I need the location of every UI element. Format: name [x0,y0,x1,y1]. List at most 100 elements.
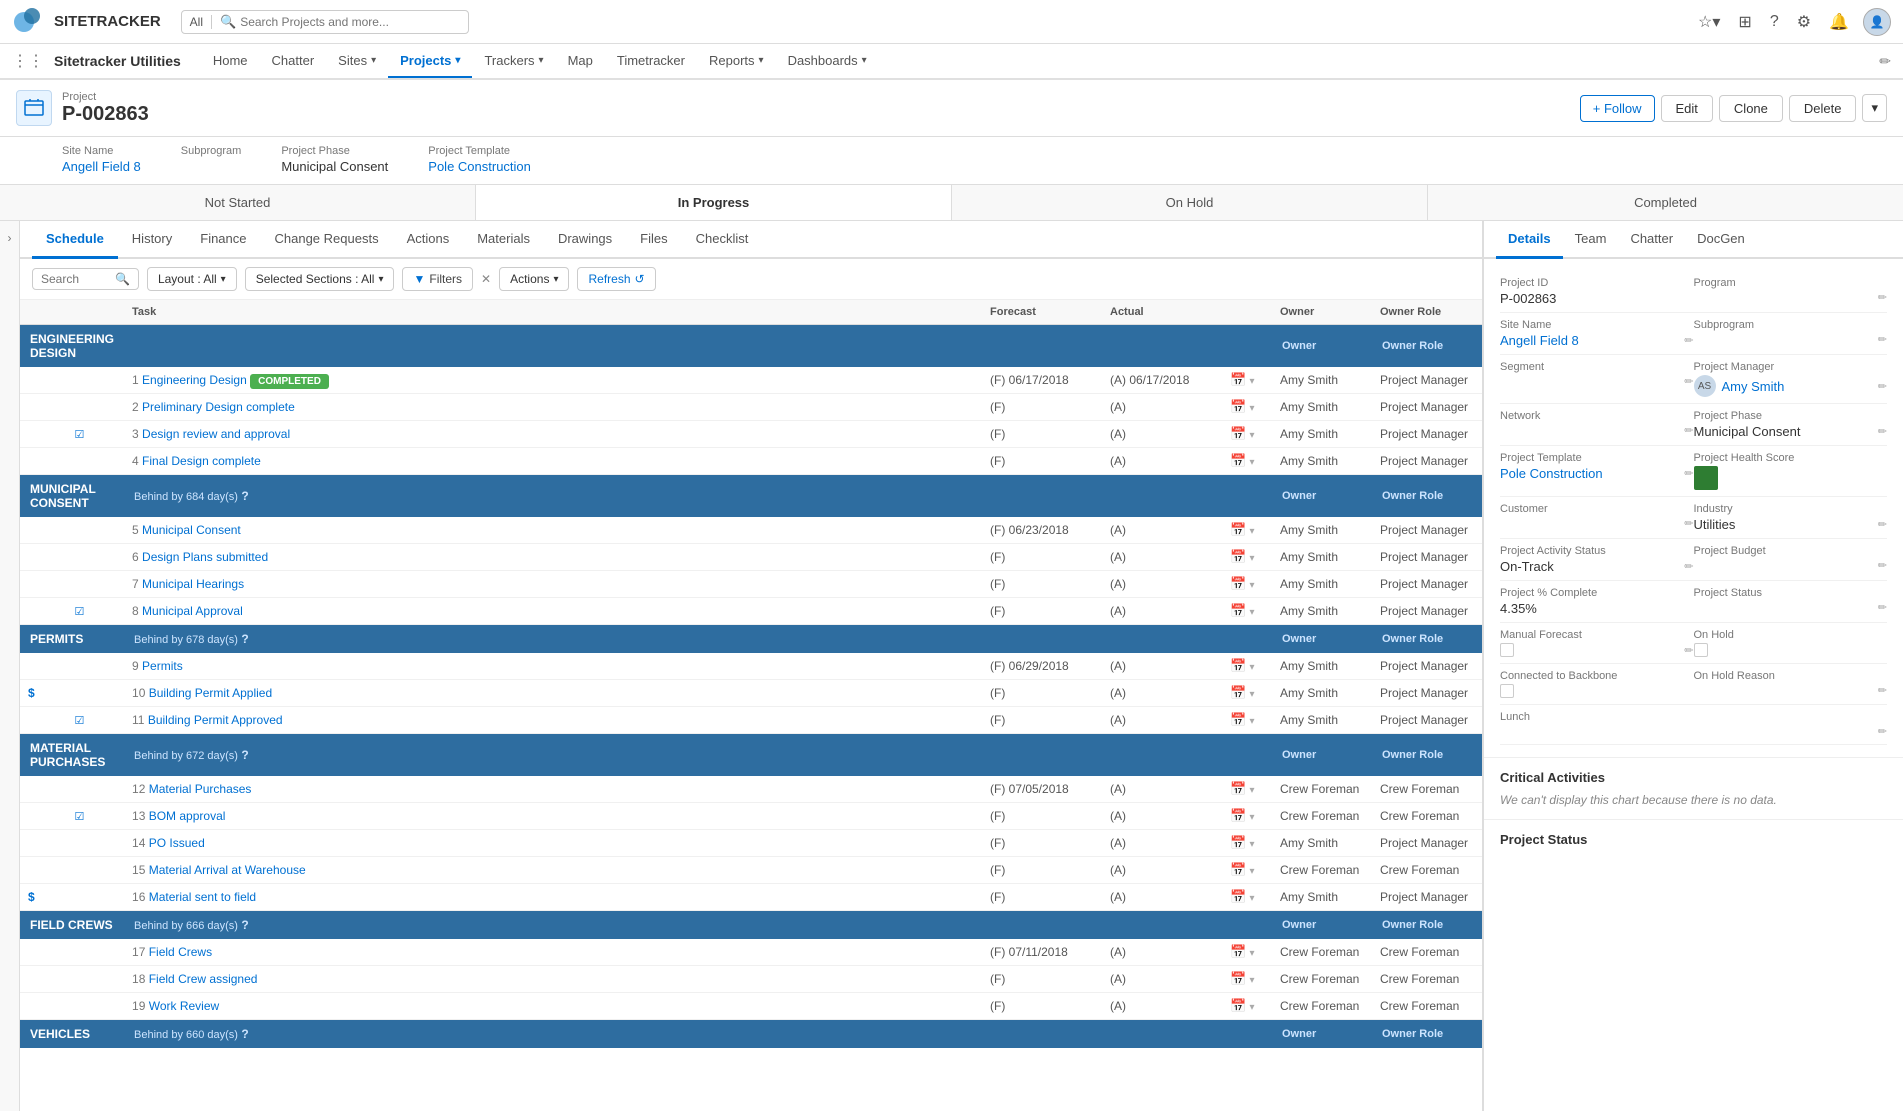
detail-project-template-link[interactable]: Pole Construction [1500,466,1603,481]
dropdown-arrow[interactable]: ▾ [1250,430,1255,441]
network-edit-icon[interactable]: ✏ [1684,424,1693,437]
dropdown-arrow[interactable]: ▾ [1250,785,1255,796]
notifications-btn[interactable]: 🔔 [1825,8,1853,36]
edit-button[interactable]: Edit [1661,95,1713,122]
calendar-icon[interactable]: 📅 [1230,944,1246,959]
right-tab-details[interactable]: Details [1496,221,1563,259]
tab-drawings[interactable]: Drawings [544,221,626,259]
nav-edit-icon[interactable]: ✏ [1879,53,1891,70]
calendar-icon[interactable]: 📅 [1230,426,1246,441]
tab-change-requests[interactable]: Change Requests [261,221,393,259]
phase-edit-icon[interactable]: ✏ [1878,425,1887,438]
task-link[interactable]: Municipal Consent [142,523,241,537]
selected-sections-dropdown[interactable]: Selected Sections : All ▾ [245,267,395,291]
detail-site-name-link[interactable]: Angell Field 8 [1500,333,1579,348]
calendar-icon[interactable]: 📅 [1230,399,1246,414]
dropdown-arrow[interactable]: ▾ [1250,812,1255,823]
dropdown-arrow[interactable]: ▾ [1250,866,1255,877]
dropdown-arrow[interactable]: ▾ [1250,689,1255,700]
dropdown-arrow[interactable]: ▾ [1250,607,1255,618]
clone-button[interactable]: Clone [1719,95,1783,122]
dropdown-arrow[interactable]: ▾ [1250,716,1255,727]
dropdown-arrow[interactable]: ▾ [1250,662,1255,673]
task-checkbox[interactable]: ☑ [75,811,85,823]
nav-chatter[interactable]: Chatter [260,45,327,78]
task-link[interactable]: Material Purchases [149,782,252,796]
site-name-link[interactable]: Angell Field 8 [62,159,141,174]
user-avatar[interactable]: 👤 [1863,8,1891,36]
task-link[interactable]: Material sent to field [149,890,256,904]
project-status-edit-icon[interactable]: ✏ [1878,601,1887,614]
task-link[interactable]: Material Arrival at Warehouse [149,863,306,877]
nav-home[interactable]: Home [201,45,260,78]
section-help-icon[interactable]: ? [241,1027,248,1041]
task-link[interactable]: Field Crews [149,945,212,959]
calendar-icon[interactable]: 📅 [1230,522,1246,537]
task-checkbox[interactable]: ☑ [75,606,85,618]
nav-reports[interactable]: Reports ▾ [697,45,776,78]
favorites-btn[interactable]: ☆▾ [1694,8,1724,36]
nav-projects[interactable]: Projects ▾ [388,45,472,78]
manual-forecast-edit-icon[interactable]: ✏ [1684,644,1693,657]
connected-backbone-checkbox[interactable] [1500,684,1514,698]
project-template-link[interactable]: Pole Construction [428,159,531,174]
calendar-icon[interactable]: 📅 [1230,862,1246,877]
dropdown-arrow[interactable]: ▾ [1250,839,1255,850]
calendar-icon[interactable]: 📅 [1230,712,1246,727]
tab-finance[interactable]: Finance [186,221,260,259]
section-help-icon[interactable]: ? [241,748,248,762]
scope-selector[interactable]: All [190,15,212,29]
nav-timetracker[interactable]: Timetracker [605,45,697,78]
pm-edit-icon[interactable]: ✏ [1878,380,1887,393]
task-link[interactable]: PO Issued [149,836,205,850]
site-name-edit-icon[interactable]: ✏ [1684,334,1693,347]
nav-map[interactable]: Map [556,45,605,78]
manual-forecast-checkbox[interactable] [1500,643,1514,657]
dropdown-arrow[interactable]: ▾ [1250,893,1255,904]
program-edit-icon[interactable]: ✏ [1878,291,1887,304]
calendar-icon[interactable]: 📅 [1230,808,1246,823]
calendar-icon[interactable]: 📅 [1230,835,1246,850]
dropdown-arrow[interactable]: ▾ [1250,948,1255,959]
calendar-icon[interactable]: 📅 [1230,781,1246,796]
nav-dashboards[interactable]: Dashboards ▾ [776,45,879,78]
schedule-search-input[interactable] [41,272,111,286]
delete-button[interactable]: Delete [1789,95,1857,122]
status-in-progress[interactable]: In Progress [476,185,952,220]
calendar-icon[interactable]: 📅 [1230,372,1246,387]
status-on-hold[interactable]: On Hold [952,185,1428,220]
nav-trackers[interactable]: Trackers ▾ [472,45,555,78]
tab-actions[interactable]: Actions [393,221,464,259]
dropdown-arrow[interactable]: ▾ [1250,553,1255,564]
layout-dropdown[interactable]: Layout : All ▾ [147,267,237,291]
dropdown-arrow[interactable]: ▾ [1250,975,1255,986]
dropdown-arrow[interactable]: ▾ [1250,376,1255,387]
actions-dropdown[interactable]: Actions ▾ [499,267,569,291]
global-search[interactable]: All 🔍 [181,10,470,34]
dropdown-arrow[interactable]: ▾ [1250,403,1255,414]
tab-checklist[interactable]: Checklist [682,221,763,259]
section-help-icon[interactable]: ? [241,632,248,646]
dropdown-arrow[interactable]: ▾ [1250,457,1255,468]
tab-materials[interactable]: Materials [463,221,544,259]
task-link[interactable]: Municipal Hearings [142,577,244,591]
task-link[interactable]: Preliminary Design complete [142,400,295,414]
refresh-button[interactable]: Refresh ↺ [577,267,655,291]
task-checkbox[interactable]: ☑ [75,715,85,727]
subprogram-edit-icon[interactable]: ✏ [1878,333,1887,346]
add-btn[interactable]: ⊞ [1734,8,1755,36]
calendar-icon[interactable]: 📅 [1230,603,1246,618]
help-btn[interactable]: ? [1766,9,1783,35]
task-checkbox[interactable]: ☑ [75,429,85,441]
right-tab-docgen[interactable]: DocGen [1685,221,1757,259]
calendar-icon[interactable]: 📅 [1230,685,1246,700]
section-help-icon[interactable]: ? [241,918,248,932]
more-button[interactable]: ▾ [1862,94,1887,122]
status-completed[interactable]: Completed [1428,185,1903,220]
template-edit-icon[interactable]: ✏ [1684,467,1693,480]
task-link[interactable]: Engineering Design [142,373,247,387]
task-link[interactable]: Work Review [149,999,219,1013]
on-hold-checkbox[interactable] [1694,643,1708,657]
lunch-edit-icon[interactable]: ✏ [1878,725,1887,738]
customer-edit-icon[interactable]: ✏ [1684,517,1693,530]
